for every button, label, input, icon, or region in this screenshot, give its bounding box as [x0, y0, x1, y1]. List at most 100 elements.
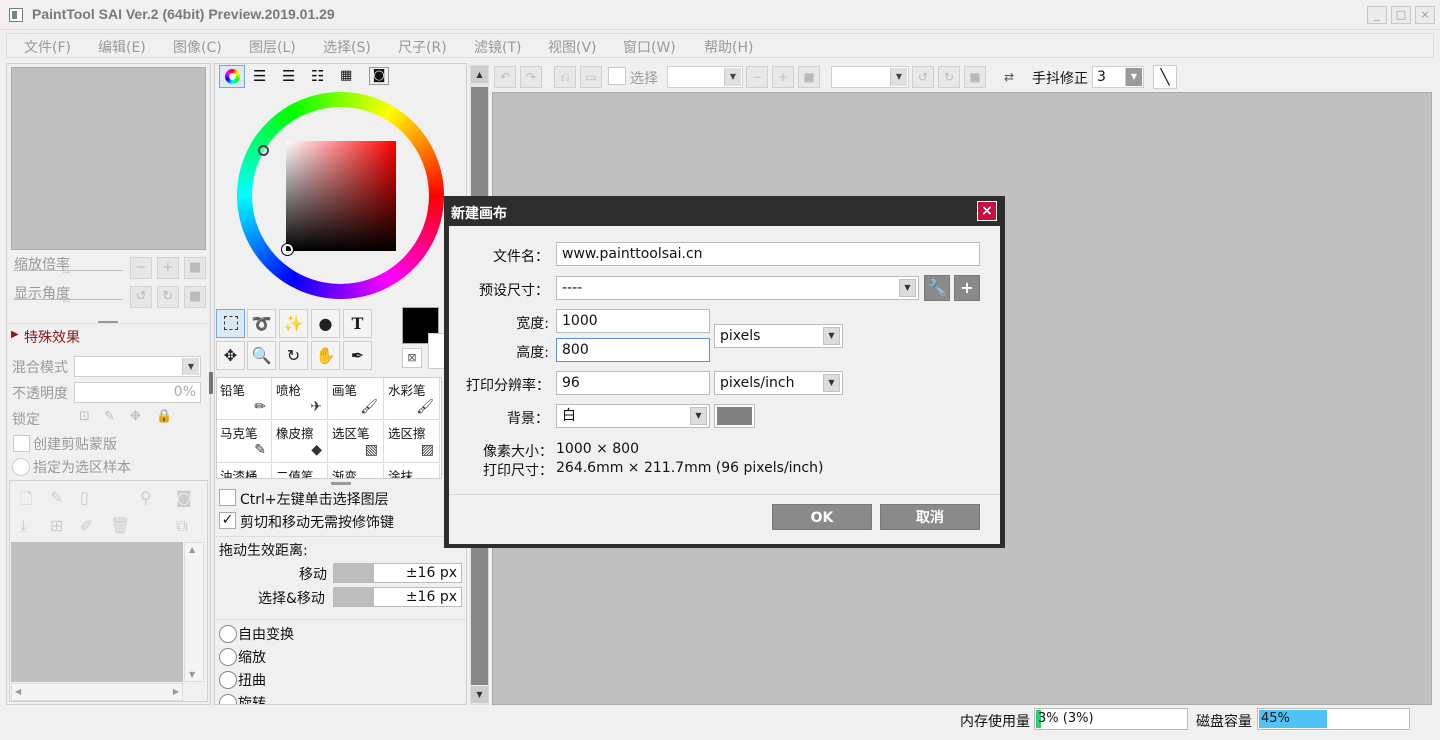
brush-panel-splitter[interactable]: [209, 372, 213, 394]
lock-paint-icon[interactable]: ✎: [104, 409, 115, 424]
minimize-button[interactable]: _: [1367, 6, 1387, 24]
menu-help[interactable]: 帮助(H): [704, 37, 753, 57]
rotate-right-button[interactable]: ↻: [157, 286, 179, 308]
dpi-input[interactable]: [556, 371, 710, 395]
rotate-cw-button[interactable]: ↻: [938, 66, 960, 88]
select-move-distance-slider[interactable]: ±16 px: [333, 587, 462, 607]
cut-move-checkbox[interactable]: ✓: [219, 512, 236, 529]
menu-select[interactable]: 选择(S): [323, 37, 371, 57]
opacity-slider[interactable]: 0%: [74, 382, 201, 403]
new-layer-icon[interactable]: 🗋: [20, 488, 33, 515]
hsv-slider-tab[interactable]: ☰: [282, 67, 295, 85]
rgb-slider-tab[interactable]: ☰: [253, 67, 266, 85]
menu-image[interactable]: 图像(C): [173, 37, 222, 57]
delete-layer-icon[interactable]: 🗑: [110, 516, 130, 535]
lock-all-icon[interactable]: 🔒: [156, 409, 172, 424]
new-vector-layer-icon[interactable]: ✎: [50, 488, 63, 507]
panel-scroll-down-icon[interactable]: ▼: [471, 686, 488, 703]
layer-settings-icon[interactable]: ⧉: [176, 516, 187, 536]
menu-window[interactable]: 窗口(W): [623, 37, 676, 57]
menu-edit[interactable]: 编辑(E): [98, 37, 146, 57]
preset-edit-button[interactable]: 🔧: [924, 275, 950, 301]
move-distance-slider[interactable]: ±16 px: [333, 563, 462, 583]
selection-minus-button[interactable]: −: [746, 66, 768, 88]
size-unit-select[interactable]: pixels ▼: [714, 324, 843, 348]
menu-view[interactable]: 视图(V): [548, 37, 597, 57]
brush-watercolor[interactable]: 水彩笔 🖌: [385, 378, 440, 420]
stabilizer-select[interactable]: 3 ▼: [1092, 66, 1144, 88]
new-folder-icon[interactable]: ▯: [80, 488, 89, 507]
hue-marker[interactable]: [258, 145, 269, 156]
scroll-left-icon[interactable]: ◀: [15, 687, 21, 696]
brush-eraser[interactable]: 橡皮擦 ◆: [273, 421, 328, 463]
hand-tool[interactable]: ✋: [311, 341, 340, 370]
preset-add-button[interactable]: +: [954, 275, 980, 301]
color-marker[interactable]: [281, 243, 294, 256]
scratchpad-tab[interactable]: ◙: [369, 67, 389, 85]
copy-layer-icon[interactable]: ⊞: [50, 516, 63, 535]
swatches-tab[interactable]: ▦: [340, 68, 352, 83]
selection-fill-button[interactable]: ■: [798, 66, 820, 88]
brush-selerase[interactable]: 选区擦 ▨: [385, 421, 440, 463]
close-button[interactable]: ×: [1415, 6, 1435, 24]
clipping-checkbox[interactable]: [13, 435, 30, 452]
brush-bucket[interactable]: 油漆桶: [217, 464, 272, 478]
undo-button[interactable]: ↶: [494, 66, 516, 88]
invert-selection-button[interactable]: ▭: [580, 66, 602, 88]
scroll-right-icon[interactable]: ▶: [173, 687, 179, 696]
layer-effect-icon[interactable]: ⚲: [140, 488, 152, 507]
line-tool-icon[interactable]: ╲: [1153, 65, 1177, 89]
color-mixer-tab[interactable]: ☷: [311, 67, 324, 85]
height-input[interactable]: [556, 338, 710, 362]
saturation-value-square[interactable]: [286, 141, 396, 251]
merge-down-icon[interactable]: ⤓: [20, 516, 27, 536]
magic-wand-tool[interactable]: ✨: [279, 309, 308, 338]
eyedropper-tool[interactable]: ✒: [343, 341, 372, 370]
layer-mask-icon[interactable]: ◙: [176, 488, 192, 507]
expand-arrow-icon[interactable]: ▶: [11, 329, 19, 340]
rotate-radio[interactable]: [219, 694, 237, 704]
lasso-tool[interactable]: ➰: [247, 309, 276, 338]
maximize-button[interactable]: □: [1391, 6, 1411, 24]
brush-selpen[interactable]: 选区笔 ▧: [329, 421, 384, 463]
width-input[interactable]: [556, 309, 710, 333]
rotate-reset-toolbar-button[interactable]: ■: [964, 66, 986, 88]
layer-list-scrollbar[interactable]: ▲ ▼: [184, 542, 204, 682]
free-transform-radio[interactable]: [219, 625, 237, 643]
dpi-unit-select[interactable]: pixels/inch ▼: [714, 371, 843, 395]
scale-radio[interactable]: [219, 648, 237, 666]
selection-checkbox[interactable]: [608, 67, 626, 85]
ok-button[interactable]: OK: [772, 504, 872, 530]
selection-plus-button[interactable]: +: [772, 66, 794, 88]
menu-ruler[interactable]: 尺子(R): [398, 37, 447, 57]
text-tool[interactable]: T: [343, 309, 372, 338]
panel-scroll-up-icon[interactable]: ▲: [471, 66, 488, 83]
zoom-reset-button[interactable]: ■: [184, 257, 206, 279]
brush-splitter[interactable]: [331, 482, 351, 485]
zoom-slider-thumb[interactable]: △: [63, 265, 70, 275]
rotation-slider-thumb[interactable]: △: [63, 294, 70, 304]
effects-label[interactable]: 特殊效果: [24, 327, 80, 347]
blend-mode-select[interactable]: ▼: [74, 356, 201, 377]
brush-pencil[interactable]: 铅笔 ✏: [217, 378, 272, 420]
distort-radio[interactable]: [219, 671, 237, 689]
scroll-down-icon[interactable]: ▼: [189, 670, 195, 679]
zoom-out-button[interactable]: −: [130, 257, 152, 279]
brush-brush[interactable]: 画笔 🖌: [329, 378, 384, 420]
zoom-in-button[interactable]: +: [157, 257, 179, 279]
flip-icon[interactable]: ⇄: [998, 66, 1020, 88]
zoom-tool[interactable]: 🔍: [247, 341, 276, 370]
rotation-select[interactable]: ▼: [831, 66, 909, 88]
preset-select[interactable]: ---- ▼: [556, 276, 919, 300]
rotate-tool[interactable]: ↻: [279, 341, 308, 370]
navigator-preview[interactable]: [11, 67, 206, 250]
background-select[interactable]: 白 ▼: [556, 404, 710, 428]
scroll-up-icon[interactable]: ▲: [189, 545, 195, 554]
brush-gradient[interactable]: 渐变: [329, 464, 384, 478]
rect-select-tool[interactable]: [216, 309, 245, 338]
brush-binary[interactable]: 二值笔: [273, 464, 328, 478]
move-tool[interactable]: ✥: [216, 341, 245, 370]
redo-button[interactable]: ↷: [520, 66, 542, 88]
layer-list-hscrollbar[interactable]: ◀ ▶: [11, 683, 183, 701]
lock-transparency-icon[interactable]: ⊡: [79, 409, 90, 424]
